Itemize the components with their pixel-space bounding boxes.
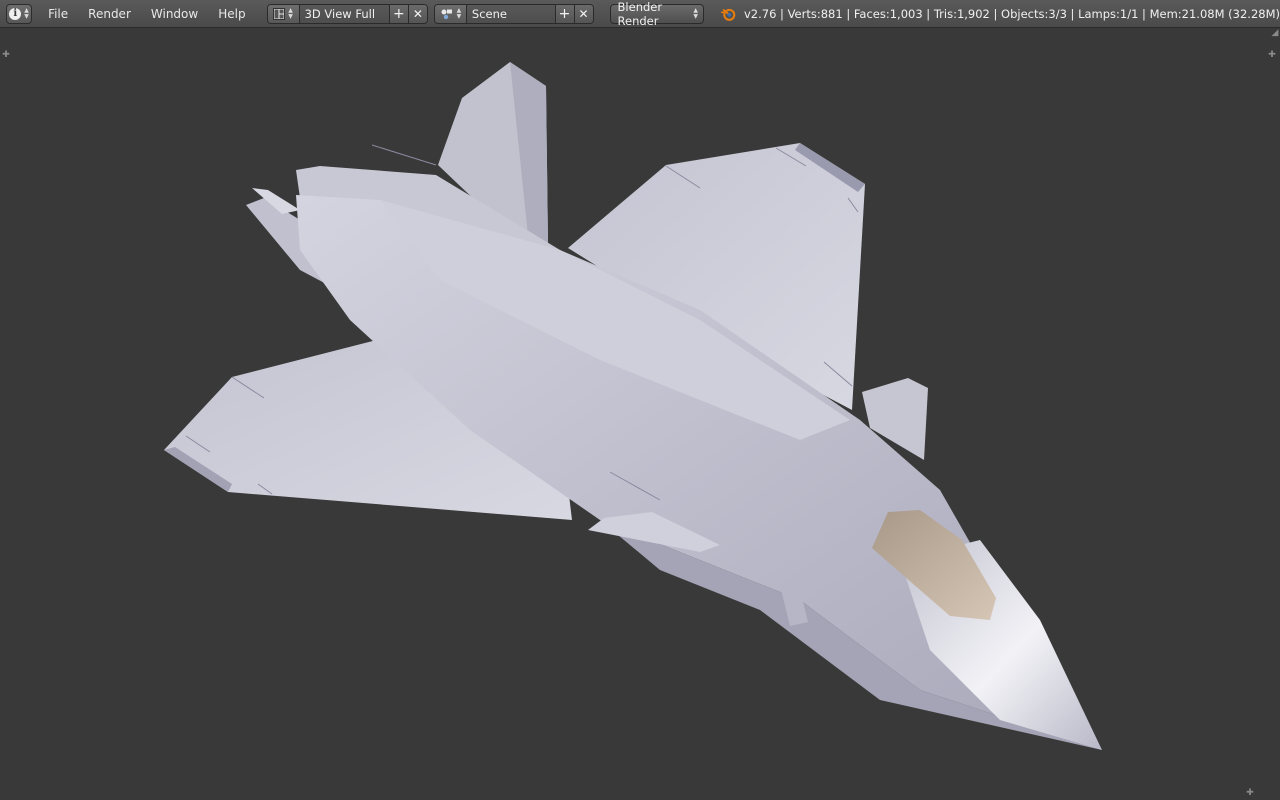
scene-statistics: v2.76 | Verts:881 | Faces:1,003 | Tris:1…	[743, 6, 1280, 21]
close-icon: ✕	[578, 6, 589, 21]
blender-logo-icon	[721, 8, 736, 21]
render-engine-label: Blender Render	[617, 0, 663, 28]
updown-arrows-icon: ▲ ▼	[693, 6, 699, 20]
menu-render[interactable]: Render	[78, 3, 141, 25]
close-icon: ✕	[412, 6, 423, 21]
screen-layout-browse[interactable]: ▲ ▼	[267, 4, 300, 23]
add-scene-button[interactable]: +	[554, 4, 574, 23]
scene-browse[interactable]: ▲ ▼	[434, 4, 467, 23]
jet-fighter-model[interactable]	[0, 28, 1280, 800]
plus-icon: +	[393, 5, 405, 22]
screen-layout-icon	[273, 7, 286, 20]
render-engine-dropdown[interactable]: Blender Render ▲ ▼	[609, 0, 705, 28]
updown-arrows-icon: ▲ ▼	[24, 6, 29, 20]
updown-arrows-icon: ▲ ▼	[456, 6, 462, 20]
menu-help[interactable]: Help	[208, 3, 255, 25]
info-header: i ▲ ▼ File Render Window Help ▲ ▼ 3D View …	[0, 0, 1280, 28]
delete-scene-button[interactable]: ✕	[573, 4, 593, 23]
scene-name[interactable]: Scene	[466, 4, 555, 23]
updown-arrows-icon: ▲ ▼	[288, 6, 293, 20]
add-screen-button[interactable]: +	[388, 4, 408, 23]
screen-layout-name[interactable]: 3D View Full	[299, 4, 389, 23]
menu-window[interactable]: Window	[141, 3, 208, 25]
screen-layout-selector: ▲ ▼ 3D View Full + ✕	[266, 3, 428, 24]
editor-type-selector[interactable]: i ▲ ▼	[6, 3, 33, 24]
delete-screen-button[interactable]: ✕	[407, 4, 427, 23]
scene-selector: ▲ ▼ Scene + ✕	[433, 3, 594, 24]
main-menu: File Render Window Help	[38, 3, 256, 25]
3d-viewport[interactable]: ✚ ✚ ✚ ◢	[0, 28, 1280, 800]
menu-file[interactable]: File	[38, 3, 78, 25]
plus-icon: +	[558, 5, 571, 22]
scene-icon	[441, 9, 452, 19]
info-icon: i	[9, 7, 22, 20]
